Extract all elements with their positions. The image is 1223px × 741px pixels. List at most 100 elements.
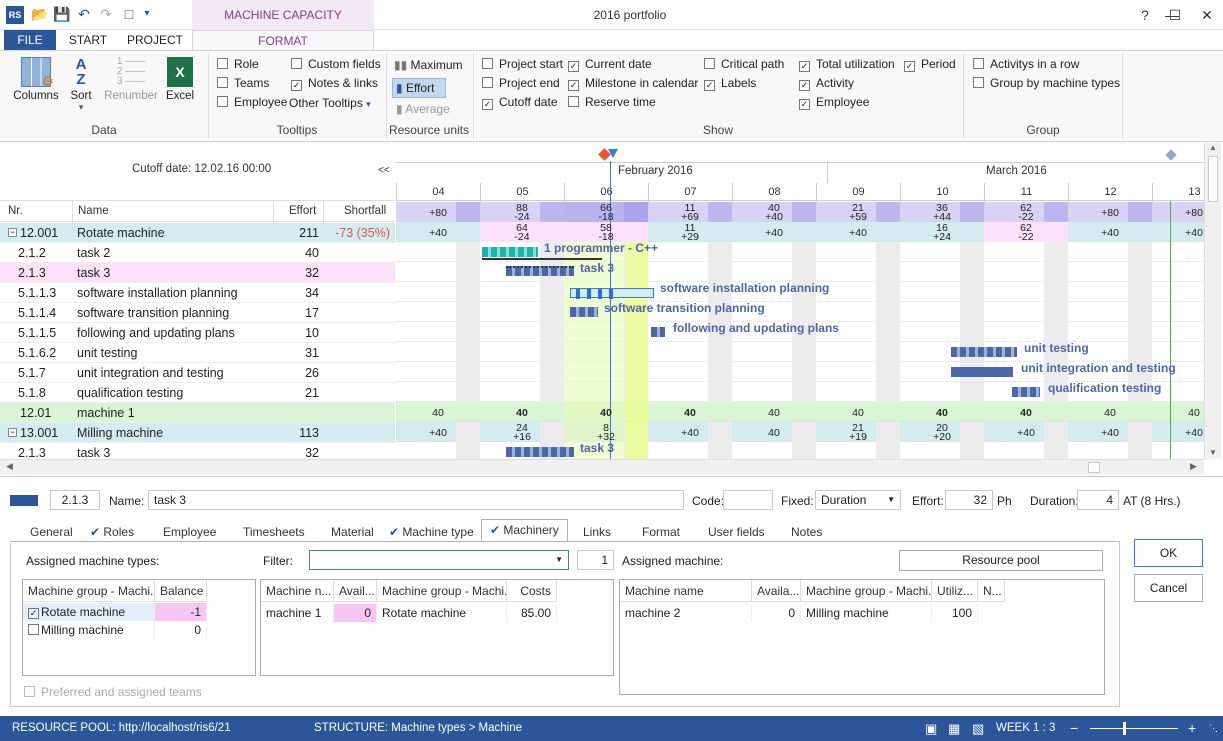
columns-button[interactable]: ⚙ Columns <box>10 57 62 102</box>
ok-button[interactable]: OK <box>1134 539 1203 567</box>
fixed-select[interactable]: Duration ▼ <box>815 490 901 510</box>
table-row[interactable]: 5.1.7 unit integration and testing 26 <box>0 363 395 383</box>
tab-file[interactable]: FILE <box>4 30 56 50</box>
gantt-bar[interactable] <box>651 327 665 337</box>
table-row[interactable]: Milling machine 0 <box>23 621 255 639</box>
th-utilization[interactable]: Utiliz... <box>932 580 978 602</box>
excel-button[interactable]: X Excel <box>160 57 200 102</box>
window-icon[interactable]: □ <box>120 5 138 23</box>
table-row[interactable]: 5.1.1.4 software transition planning 17 <box>0 303 395 323</box>
save-icon[interactable]: 💾 <box>53 5 71 23</box>
teams-checkbox[interactable]: Teams <box>217 75 269 91</box>
customize-icon[interactable]: ▾ <box>138 5 156 23</box>
tab-employee[interactable]: Employee <box>163 522 216 542</box>
table-row[interactable]: −13.001 Milling machine 113 <box>0 423 395 443</box>
activity-checkbox[interactable]: ✓ Activity <box>799 75 854 91</box>
th-avail[interactable]: Avail... <box>334 580 377 602</box>
tab-material[interactable]: Material <box>331 522 374 542</box>
tab-notes[interactable]: Notes <box>791 522 822 542</box>
tab-user-fields[interactable]: User fields <box>708 522 765 542</box>
effort-button[interactable]: ▮ Effort <box>392 78 446 98</box>
custom-fields-checkbox[interactable]: Custom fields <box>291 56 381 72</box>
pane-splitter[interactable] <box>0 476 1223 482</box>
th-group[interactable]: Machine group - Machi... <box>377 580 507 602</box>
tab-links[interactable]: Links <box>583 522 611 542</box>
th-notes[interactable]: N... <box>978 580 1005 602</box>
employee-checkbox[interactable]: Employee <box>217 94 287 110</box>
table-row[interactable]: 5.1.8 qualification testing 21 <box>0 383 395 403</box>
labels-checkbox[interactable]: ✓ Labels <box>704 75 756 91</box>
checkbox-icon[interactable]: ✓ <box>28 608 39 619</box>
task-color-swatch[interactable] <box>10 495 38 506</box>
sort-button[interactable]: AZ Sort ▾ <box>64 57 98 113</box>
period-checkbox[interactable]: ✓ Period <box>904 56 956 72</box>
th-availability[interactable]: Availa... <box>752 580 801 602</box>
tab-roles[interactable]: ✔ Roles <box>90 522 134 542</box>
project-end-checkbox[interactable]: Project end <box>482 75 560 91</box>
tab-project[interactable]: PROJECT <box>124 30 186 50</box>
gantt-bar[interactable] <box>951 367 1013 377</box>
th-machine-name[interactable]: Machine n... <box>261 580 334 602</box>
restore-icon[interactable]: ☐ <box>1160 4 1190 26</box>
scroll-left-icon[interactable]: ◀ <box>6 461 13 472</box>
gantt-bar[interactable] <box>576 289 616 299</box>
tab-start[interactable]: START <box>64 30 112 50</box>
resize-grip-icon[interactable]: ⋱ <box>1209 716 1218 741</box>
table-row[interactable]: 5.1.1.3 software installation planning 34 <box>0 283 395 303</box>
filter-input[interactable]: ▼ <box>309 550 569 570</box>
open-icon[interactable]: 📂 <box>31 5 49 23</box>
code-input[interactable] <box>723 490 773 510</box>
horizontal-scrollbar[interactable]: ◀ ▶ <box>0 459 1204 475</box>
col-nr[interactable]: Nr. <box>8 205 23 217</box>
grid-icon[interactable]: ▦ <box>948 716 960 741</box>
table-row[interactable]: 5.1.6.2 unit testing 31 <box>0 343 395 363</box>
table-row[interactable]: machine 1 0 Rotate machine 85.00 <box>261 604 613 622</box>
project-start-checkbox[interactable]: Project start <box>482 56 563 72</box>
group-by-machine-types-checkbox[interactable]: Group by machine types <box>973 75 1120 91</box>
th-balance[interactable]: Balance <box>155 580 207 602</box>
gantt-bar[interactable] <box>482 247 538 257</box>
table-row[interactable]: −12.001 Rotate machine 211 -73 (35%) <box>0 223 395 243</box>
scroll-thumb-h[interactable] <box>1088 462 1100 473</box>
cancel-button[interactable]: Cancel <box>1134 574 1203 602</box>
table-row[interactable]: 5.1.1.5 following and updating plans 10 <box>0 323 395 343</box>
checkbox-icon[interactable] <box>28 624 39 635</box>
cutoff-date-checkbox[interactable]: ✓ Cutoff date <box>482 94 558 110</box>
critical-path-checkbox[interactable]: Critical path <box>704 56 784 72</box>
col-shortfall[interactable]: Shortfall <box>344 205 386 217</box>
maximum-button[interactable]: ▮▮ Maximum <box>394 57 463 73</box>
other-tooltips-dropdown[interactable]: Other Tooltips ▾ <box>289 95 371 111</box>
zoom-in-icon[interactable]: + <box>1188 716 1196 741</box>
scroll-thumb[interactable] <box>1208 156 1218 202</box>
resource-pool-button[interactable]: Resource pool <box>899 550 1103 571</box>
milestone-calendar-checkbox[interactable]: ✓ Milestone in calendar <box>568 75 698 91</box>
table-row[interactable]: 12.01 machine 1 <box>0 403 395 423</box>
redo-icon[interactable]: ↷ <box>97 5 115 23</box>
employee-show-checkbox[interactable]: ✓ Employee <box>799 94 869 110</box>
zoom-slider-thumb[interactable] <box>1123 722 1126 735</box>
reserve-time-checkbox[interactable]: Reserve time <box>568 94 656 110</box>
tab-format[interactable]: Format <box>642 522 680 542</box>
table-row[interactable]: ✓ Rotate machine -1 <box>23 603 255 621</box>
gantt-bar[interactable] <box>1012 387 1040 397</box>
collapse-icon[interactable]: − <box>8 228 17 237</box>
notes-links-checkbox[interactable]: ✓ Notes & links <box>291 75 378 91</box>
activities-in-row-checkbox[interactable]: Activitys in a row <box>973 56 1079 72</box>
app-icon[interactable]: RS <box>6 6 24 24</box>
tab-machinery[interactable]: ✔ Machinery <box>481 519 568 542</box>
col-name[interactable]: Name <box>78 205 109 217</box>
vertical-scrollbar[interactable]: ▲ ▼ <box>1204 143 1221 459</box>
close-icon[interactable]: ✕ <box>1192 4 1222 26</box>
zoom-out-icon[interactable]: − <box>1070 716 1078 741</box>
tab-machine-type[interactable]: ✔ Machine type <box>389 522 474 542</box>
th-machine-name[interactable]: Machine name <box>620 580 752 602</box>
th-group[interactable]: Machine group - Machi... <box>23 580 155 602</box>
tab-format[interactable]: FORMAT <box>192 30 374 51</box>
tab-timesheets[interactable]: Timesheets <box>243 522 305 542</box>
summary-bar[interactable] <box>482 258 602 260</box>
table-row[interactable]: machine 2 0 Milling machine 100 <box>620 604 1104 622</box>
collapse-button[interactable]: << <box>378 165 390 176</box>
duration-input[interactable]: 4 <box>1077 490 1119 510</box>
table-row[interactable]: 2.1.2 task 2 40 <box>0 243 395 263</box>
total-utilization-checkbox[interactable]: ✓ Total utilization <box>799 56 895 72</box>
